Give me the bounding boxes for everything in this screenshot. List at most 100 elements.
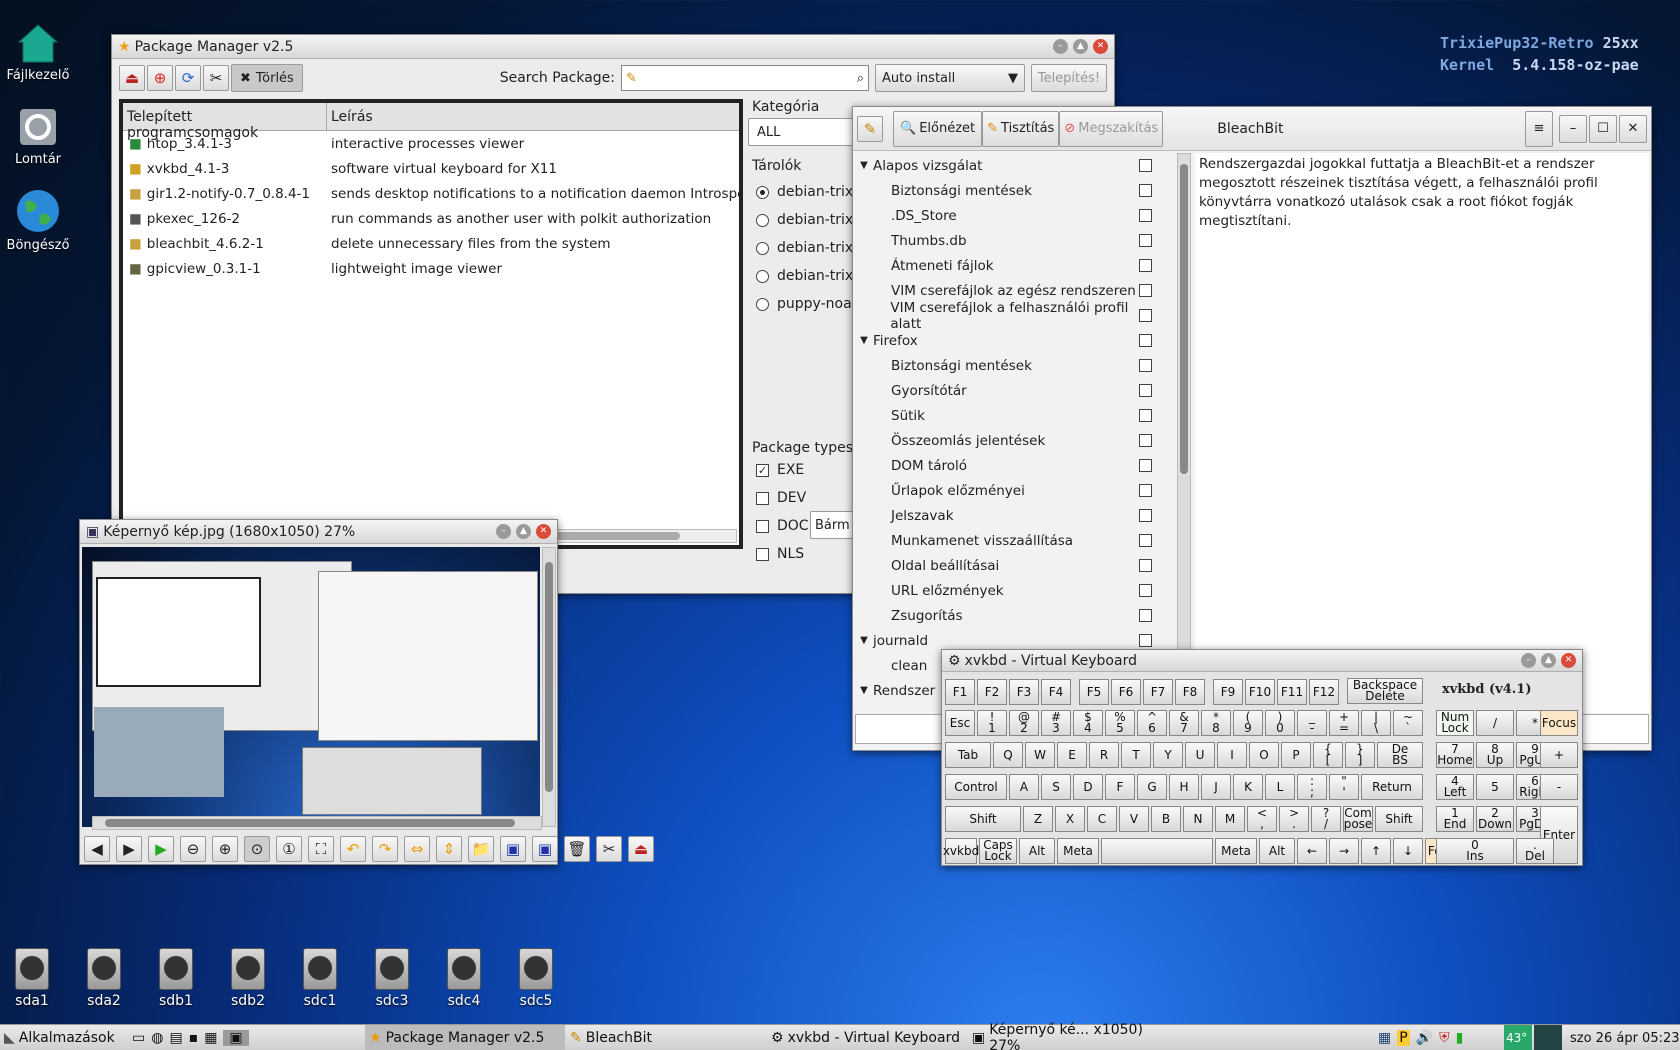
table-row[interactable]: ■ xvkbd_4.1-3 software virtual keyboard fo… — [123, 156, 739, 181]
checkbox[interactable] — [1139, 234, 1152, 247]
refresh-button[interactable]: ⟳ — [175, 65, 201, 91]
folder-icon[interactable]: ▤ — [169, 1030, 182, 1046]
kbd-titlebar[interactable]: ⚙ xvkbd - Virtual Keyboard – ▲ ✕ — [942, 650, 1582, 672]
key-5[interactable]: ^ 6 — [1137, 710, 1167, 736]
key-u[interactable]: U — [1185, 742, 1215, 768]
zoom-out-button[interactable]: ⊖ — [180, 836, 206, 862]
key-s[interactable]: S — [1041, 774, 1071, 800]
applications-menu-button[interactable]: ◣ Alkalmazások — [0, 1025, 130, 1050]
battery-icon[interactable]: ▮ — [1456, 1030, 1464, 1046]
preferences-button[interactable]: ✂ — [596, 836, 622, 862]
key-i[interactable]: I — [1217, 742, 1247, 768]
desktop-icon-trash[interactable]: Lomtár — [0, 106, 76, 167]
key-6[interactable]: & 7 — [1169, 710, 1199, 736]
checkbox[interactable] — [1139, 259, 1152, 272]
tree-item[interactable]: DOM tároló — [855, 453, 1159, 478]
task-image-viewer[interactable]: ▣ Képernyő ké... x1050) 27% — [968, 1022, 1168, 1050]
key-shift-right[interactable]: Shift — [1375, 806, 1423, 832]
task-bleachbit[interactable]: ✎ BleachBit — [566, 1025, 766, 1050]
key-num-lock[interactable]: Num Lock — [1436, 710, 1474, 736]
tree-item[interactable]: Oldal beállításai — [855, 553, 1159, 578]
key-meta-right[interactable]: Meta — [1215, 838, 1257, 864]
drive-icon-sdb1[interactable]: sdb1 — [146, 948, 206, 1009]
key-kp-plus[interactable]: + — [1540, 742, 1578, 768]
tree-item[interactable]: VIM cserefájlok a felhasználói profil al… — [855, 300, 1159, 332]
key-y[interactable]: Y — [1153, 742, 1183, 768]
key-kp-2[interactable]: 2 Down — [1476, 806, 1514, 832]
key-b[interactable]: B — [1151, 806, 1181, 832]
table-row[interactable]: ■ gir1.2-notify-0.7_0.8.4-1 sends desktop … — [123, 181, 739, 206]
radio-button[interactable] — [756, 241, 769, 255]
desktop-icon-browser[interactable]: Böngésző — [0, 188, 76, 253]
key-arrow-right[interactable]: → — [1329, 838, 1359, 864]
viewer-hscrollbar[interactable] — [92, 816, 542, 830]
scrollbar-thumb[interactable] — [1180, 164, 1188, 474]
settings-button[interactable]: ✂ — [203, 65, 229, 91]
key-kp-7[interactable]: 7 Home — [1436, 742, 1474, 768]
terminal-icon[interactable]: ▪ — [189, 1030, 199, 1046]
checkbox[interactable] — [1139, 534, 1152, 547]
install-button[interactable]: Telepítés! — [1031, 64, 1107, 92]
table-row[interactable]: ■ bleachbit_4.6.2-1 delete unnecessary fil… — [123, 231, 739, 256]
drive-icon-sda1[interactable]: sda1 — [2, 948, 62, 1009]
key-alt-left[interactable]: Alt — [1019, 838, 1055, 864]
key-arrow-down[interactable]: ↓ — [1393, 838, 1423, 864]
key-return[interactable]: Return — [1361, 774, 1423, 800]
key-w[interactable]: W — [1025, 742, 1055, 768]
maximize-button[interactable]: ▲ — [516, 524, 531, 539]
close-button[interactable]: ✕ — [1561, 653, 1576, 668]
tree-item[interactable]: Thumbs.db — [855, 228, 1159, 253]
checkbox[interactable] — [1139, 509, 1152, 522]
expander-icon[interactable]: ▼ — [855, 685, 873, 696]
key-bracket-left[interactable]: { [ — [1313, 742, 1343, 768]
key-p[interactable]: P — [1281, 742, 1311, 768]
radio-button[interactable] — [756, 297, 769, 311]
checkbox[interactable] — [1139, 634, 1152, 647]
key-8[interactable]: ( 9 — [1233, 710, 1263, 736]
checkbox[interactable] — [1139, 459, 1152, 472]
volume-icon[interactable]: 🔊 — [1416, 1030, 1433, 1046]
save-as-button[interactable]: ▣ — [532, 836, 558, 862]
maximize-button[interactable]: ▲ — [1073, 39, 1088, 54]
checkbox[interactable] — [1139, 159, 1152, 172]
drive-icon-sdc5[interactable]: sdc5 — [506, 948, 566, 1009]
key-quote[interactable]: " ' — [1329, 774, 1359, 800]
drive-icon-sdb2[interactable]: sdb2 — [218, 948, 278, 1009]
table-row[interactable]: ■ pkexec_126-2 run commands as another use… — [123, 206, 739, 231]
tree-item[interactable]: ▼ Alapos vizsgálat — [855, 153, 1159, 178]
sidebar-toggle-button[interactable]: ✎ — [857, 115, 883, 142]
key-kp-8[interactable]: 8 Up — [1476, 742, 1514, 768]
key-o[interactable]: O — [1249, 742, 1279, 768]
save-button[interactable]: ▣ — [500, 836, 526, 862]
bleachbit-headerbar[interactable]: ✎ 🔍 Előnézet ✎ Tisztítás ⊘ Megszakítás Blea… — [853, 107, 1651, 151]
tree-item[interactable]: Biztonsági mentések — [855, 353, 1159, 378]
key-f9[interactable]: F9 — [1213, 679, 1243, 705]
key-t[interactable]: T — [1121, 742, 1151, 768]
drive-icon-sdc1[interactable]: sdc1 — [290, 948, 350, 1009]
tree-item[interactable]: Biztonsági mentések — [855, 178, 1159, 203]
maximize-button[interactable]: ☐ — [1589, 114, 1617, 143]
key-f7[interactable]: F7 — [1143, 679, 1173, 705]
radio-button[interactable] — [756, 269, 769, 283]
key-12[interactable]: | \ — [1361, 710, 1391, 736]
tree-item[interactable]: Sütik — [855, 403, 1159, 428]
key-q[interactable]: Q — [993, 742, 1023, 768]
checkbox[interactable] — [1139, 359, 1152, 372]
key-f8[interactable]: F8 — [1175, 679, 1205, 705]
expander-icon[interactable]: ▼ — [855, 160, 873, 171]
tree-item[interactable]: Űrlapok előzményei — [855, 478, 1159, 503]
viewer-titlebar[interactable]: ▣ Képernyő kép.jpg (1680x1050) 27% – ▲ ✕ — [80, 520, 557, 544]
key-0[interactable]: ! 1 — [977, 710, 1007, 736]
key-kp-0[interactable]: 0 Ins — [1436, 838, 1514, 864]
close-button[interactable]: ✕ — [536, 524, 551, 539]
key-x[interactable]: X — [1055, 806, 1085, 832]
key-k[interactable]: K — [1233, 774, 1263, 800]
key-10[interactable]: _ - — [1297, 710, 1327, 736]
rotate-left-button[interactable]: ↶ — [340, 836, 366, 862]
key-esc[interactable]: Esc — [945, 710, 975, 736]
next-button[interactable]: ▶ — [116, 836, 142, 862]
slideshow-button[interactable]: ▶ — [148, 836, 174, 862]
key-e[interactable]: E — [1057, 742, 1087, 768]
fullscreen-button[interactable]: ⛶ — [308, 836, 334, 862]
desktop-icon[interactable]: ▭ — [132, 1030, 145, 1046]
